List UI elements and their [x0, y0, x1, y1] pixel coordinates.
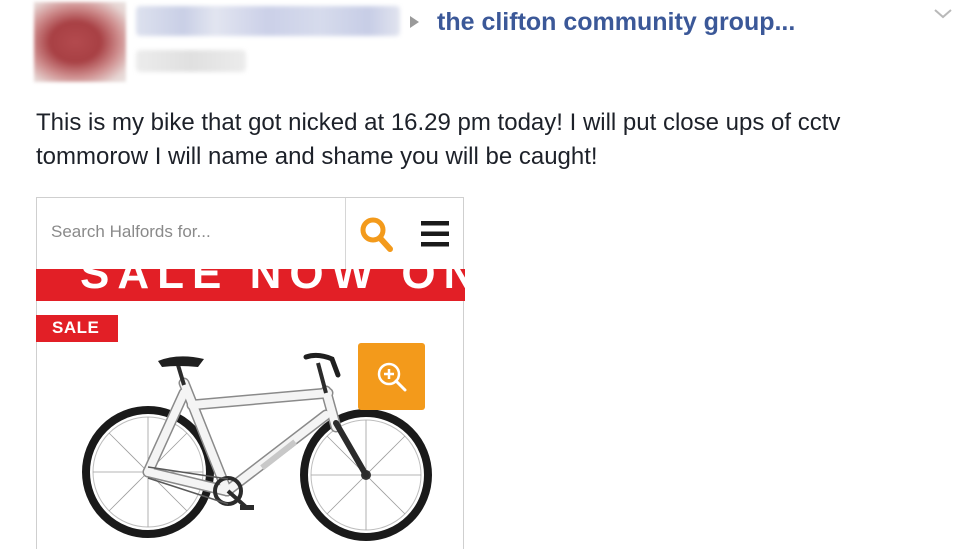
- sale-banner: SALE NOW ON: [36, 269, 465, 301]
- post-meta-redacted: [136, 50, 246, 72]
- post-text: This is my bike that got nicked at 16.29…: [36, 109, 841, 170]
- post-header: the clifton community group...: [0, 0, 976, 90]
- zoom-button[interactable]: [358, 343, 425, 410]
- group-link[interactable]: the clifton community group...: [437, 8, 795, 37]
- sale-badge-label: SALE: [52, 318, 100, 337]
- sale-badge: SALE: [36, 315, 118, 342]
- divider: [345, 198, 346, 269]
- banner-text: SALE NOW ON: [80, 269, 465, 298]
- search-field: Search Halfords for...: [37, 198, 345, 269]
- search-icon: [360, 217, 393, 252]
- chevron-down-icon[interactable]: [932, 6, 954, 22]
- avatar[interactable]: [34, 2, 126, 82]
- menu-icon: [421, 221, 449, 247]
- attached-image[interactable]: Search Halfords for... SALE NOW ON SALE: [36, 197, 465, 549]
- search-placeholder: Search Halfords for...: [51, 222, 211, 241]
- zoom-in-icon: [377, 362, 407, 392]
- arrow-right-icon: [410, 16, 419, 28]
- author-name-redacted[interactable]: [136, 6, 400, 36]
